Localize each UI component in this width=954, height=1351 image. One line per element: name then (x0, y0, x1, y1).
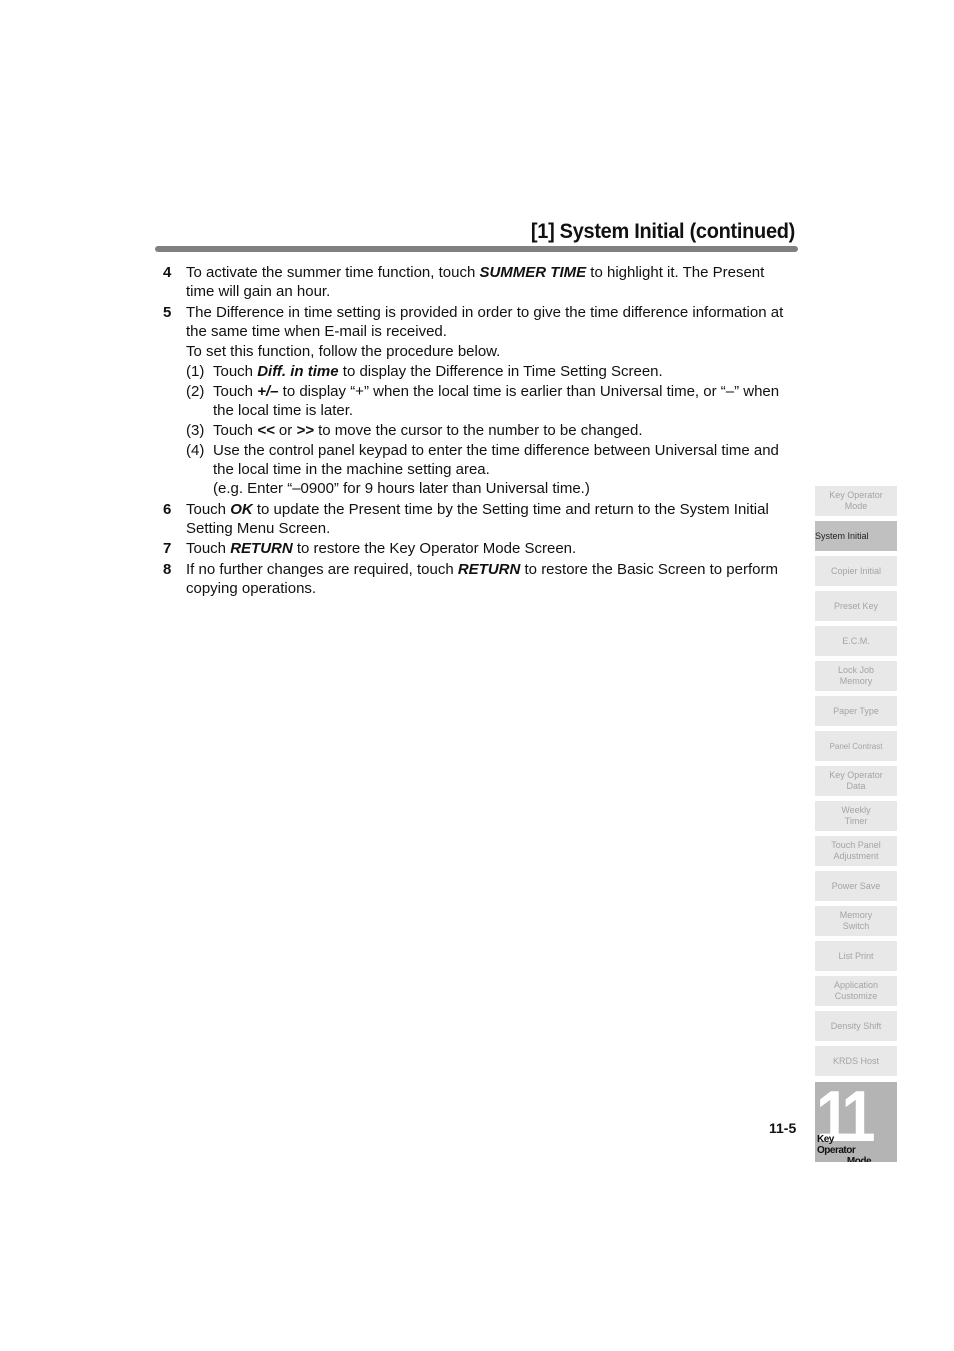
step-number: 7 (163, 540, 172, 557)
chapter-label-line: Mode (846, 1156, 872, 1162)
step-text: to restore the Key Operator Mode Screen. (292, 540, 577, 557)
substep-text: Touch (213, 383, 258, 400)
substep-text: to display the Difference in Time Settin… (338, 363, 663, 380)
substep-text: to move the cursor to the number to be c… (313, 422, 643, 439)
substep-text: or (274, 422, 297, 439)
tab-density-shift[interactable]: Density Shift (815, 1011, 897, 1041)
chapter-label: Key Operator Mode (817, 1134, 872, 1162)
tab-key-operator-mode[interactable]: Key Operator Mode (815, 486, 897, 516)
substep-number: (1) (186, 363, 205, 380)
key-ok: OK (230, 500, 253, 518)
step-text: To activate the summer time function, to… (186, 264, 480, 281)
tab-krds-host[interactable]: KRDS Host (815, 1046, 897, 1076)
tab-memory-switch[interactable]: Memory Switch (815, 906, 897, 936)
key-summer-time: SUMMER TIME (479, 264, 587, 281)
substep-4: (4) Use the control panel keypad to ente… (186, 441, 793, 498)
step-text: to update the Present time by the Settin… (186, 500, 769, 537)
step-number: 6 (163, 500, 172, 518)
substep-example: (e.g. Enter “–0900” for 9 hours later th… (213, 480, 590, 497)
key-return: RETURN (457, 560, 521, 578)
key-diff-in-time: Diff. in time (257, 363, 339, 380)
step-text: Touch (186, 500, 231, 518)
step-number: 4 (163, 264, 172, 281)
step-8: 8 If no further changes are required, to… (163, 560, 793, 598)
tab-key-operator-data[interactable]: Key Operator Data (815, 766, 897, 796)
tab-preset-key[interactable]: Preset Key (815, 591, 897, 621)
page-title: [1] System Initial (continued) (530, 220, 795, 243)
key-cursor-left: << (257, 422, 275, 439)
step-7: 7 Touch RETURN to restore the Key Operat… (163, 539, 793, 558)
tab-touch-panel-adjustment[interactable]: Touch Panel Adjustment (815, 836, 897, 866)
substep-2: (2) Touch +/– to display “+” when the lo… (186, 382, 793, 420)
substep-text: to display “+” when the local time is ea… (213, 383, 780, 419)
substep-number: (2) (186, 383, 205, 400)
tab-power-save[interactable]: Power Save (815, 871, 897, 901)
substep-3: (3) Touch << or >> to move the cursor to… (186, 421, 793, 440)
tab-ecm[interactable]: E.C.M. (815, 626, 897, 656)
step-text: The Difference in time setting is provid… (186, 303, 784, 340)
key-plus-minus: +/– (257, 383, 279, 400)
tab-list-print[interactable]: List Print (815, 941, 897, 971)
chapter-tab: 11 Key Operator Mode (815, 1082, 897, 1162)
substep-text: Touch (213, 422, 258, 439)
step-5: 5 The Difference in time setting is prov… (163, 303, 793, 499)
tab-panel-contrast[interactable]: Panel Contrast (815, 731, 897, 761)
tab-system-initial[interactable]: System Initial (815, 521, 897, 551)
step-text: Touch (186, 540, 231, 557)
tab-copier-initial[interactable]: Copier Initial (815, 556, 897, 586)
tab-paper-type[interactable]: Paper Type (815, 696, 897, 726)
tab-lock-job-memory[interactable]: Lock Job Memory (815, 661, 897, 691)
key-cursor-right: >> (296, 422, 314, 439)
step-intro: To set this function, follow the procedu… (186, 343, 501, 360)
tab-weekly-timer[interactable]: Weekly Timer (815, 801, 897, 831)
step-number: 8 (163, 560, 172, 578)
step-number: 5 (163, 303, 172, 321)
chapter-label-line: Key Operator (817, 1134, 856, 1156)
page-number: 11-5 (769, 1120, 797, 1136)
step-4: 4 To activate the summer time function, … (163, 263, 793, 301)
step-6: 6 Touch OK to update the Present time by… (163, 500, 793, 538)
step-text: If no further changes are required, touc… (186, 560, 458, 578)
chapter-index-tabs: Key Operator Mode System Initial Copier … (815, 486, 897, 1081)
title-divider (155, 246, 798, 252)
substep-text: Touch (213, 363, 258, 380)
substep-number: (3) (186, 422, 205, 439)
key-return: RETURN (230, 540, 293, 557)
substep-text: Use the control panel keypad to enter th… (213, 442, 779, 478)
substep-number: (4) (186, 442, 205, 459)
instructions: 4 To activate the summer time function, … (163, 263, 793, 599)
substep-1: (1) Touch Diff. in time to display the D… (186, 362, 793, 381)
tab-application-customize[interactable]: Application Customize (815, 976, 897, 1006)
